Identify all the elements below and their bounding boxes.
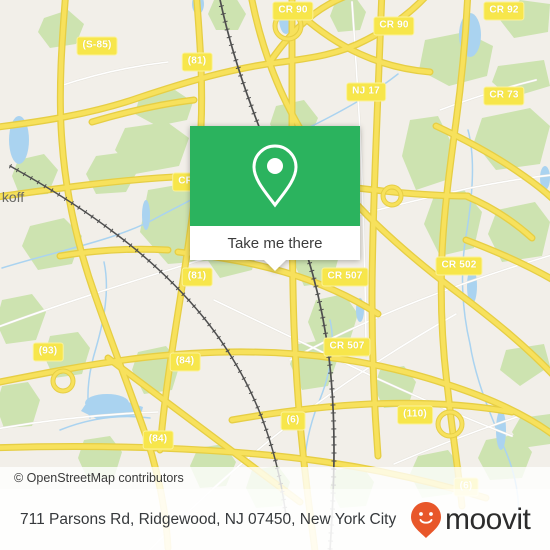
bottom-info-bar: 711 Parsons Rd, Ridgewood, NJ 07450, New… <box>0 489 550 550</box>
location-popup-card[interactable]: Take me there <box>190 126 360 271</box>
moovit-brand-logo[interactable]: moovit <box>410 501 536 539</box>
moovit-pin-icon <box>410 501 442 539</box>
popup-header <box>190 126 360 226</box>
road-shield: CR 507 <box>323 337 371 357</box>
road-shield: CR 73 <box>483 86 525 106</box>
map-pin-icon <box>248 142 302 210</box>
road-shield: CR 502 <box>435 256 483 276</box>
road-shield: (93) <box>32 342 64 362</box>
popup-pointer-tail <box>264 260 286 271</box>
road-shield: CR 92 <box>483 1 525 21</box>
road-shield: (84) <box>142 430 174 450</box>
road-shield: (6) <box>280 411 306 431</box>
moovit-wordmark: moovit <box>445 502 531 536</box>
road-shield: (110) <box>397 405 433 425</box>
openstreetmap-attribution[interactable]: © OpenStreetMap contributors <box>0 471 184 485</box>
address-label: 711 Parsons Rd, Ridgewood, NJ 07450, New… <box>20 511 397 528</box>
road-shield: NJ 17 <box>346 82 386 102</box>
map-attribution-bar: © OpenStreetMap contributors <box>0 467 550 489</box>
road-shield: CR 90 <box>373 16 415 36</box>
road-shield: (84) <box>169 352 201 372</box>
take-me-there-button[interactable]: Take me there <box>190 226 360 260</box>
road-shield: CR 90 <box>272 1 314 21</box>
moovit-map-screenshot: .pk { fill:#CDE3B0; } .wt { fill:#AAD3F0… <box>0 0 550 550</box>
place-label-town: koff <box>1 189 25 205</box>
take-me-there-label: Take me there <box>227 234 323 252</box>
road-shield: (81) <box>181 52 213 72</box>
road-shield: (S-85) <box>76 36 118 56</box>
